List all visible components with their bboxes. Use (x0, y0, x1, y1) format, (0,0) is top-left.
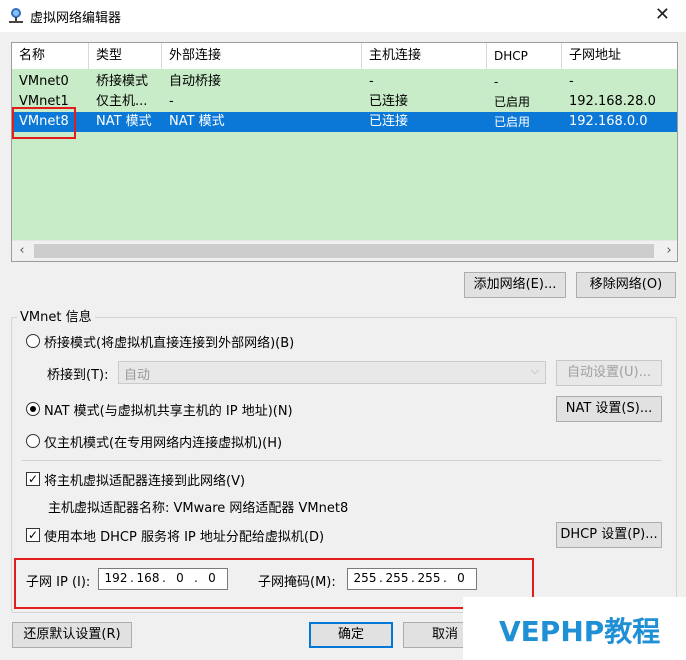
row-host: - (369, 74, 374, 89)
adapter-name-text: 主机虚拟适配器名称: VMware 网络适配器 VMnet8 (48, 501, 349, 516)
list-body: VMnet0 桥接模式 自动桥接 - - - VMnet1 仅主机... - 已… (12, 69, 677, 261)
row-subnet: 192.168.28.0 (569, 94, 656, 109)
bridged-radio[interactable] (26, 334, 40, 348)
bridged-to-select[interactable]: 自动 ⌵ (118, 361, 546, 384)
column-header-subnet[interactable]: 子网地址 (562, 43, 677, 69)
table-row[interactable]: VMnet1 仅主机... - 已连接 已启用 192.168.28.0 (12, 92, 677, 112)
column-header-type[interactable]: 类型 (89, 43, 162, 69)
use-dhcp-label[interactable]: 使用本地 DHCP 服务将 IP 地址分配给虚拟机(D) (44, 526, 324, 545)
watermark-text: VEPHP教程 (499, 615, 661, 648)
watermark: VEPHP教程 (463, 597, 686, 660)
table-row[interactable]: VMnet0 桥接模式 自动桥接 - - - (12, 72, 677, 92)
network-list[interactable]: 名称 类型 外部连接 主机连接 DHCP 子网地址 VMnet0 桥接模式 自动… (11, 42, 678, 262)
ok-button[interactable]: 确定 (309, 622, 393, 648)
auto-settings-button[interactable]: 自动设置(U)... (556, 360, 662, 386)
row-name: VMnet0 (19, 74, 69, 89)
close-icon[interactable]: ✕ (655, 4, 670, 25)
column-header-host[interactable]: 主机连接 (362, 43, 487, 69)
highlight-box-subnet (14, 558, 534, 609)
row-external: NAT 模式 (169, 114, 225, 129)
column-header-dhcp[interactable]: DHCP (487, 43, 562, 69)
row-dhcp: 已启用 (494, 115, 531, 129)
row-type: 仅主机... (96, 94, 148, 109)
row-external: 自动桥接 (169, 74, 222, 89)
use-dhcp-checkbox[interactable]: ✓ (26, 528, 40, 542)
nat-radio-label[interactable]: NAT 模式(与虚拟机共享主机的 IP 地址)(N) (44, 400, 293, 419)
column-header-name[interactable]: 名称 (12, 43, 89, 69)
row-type: NAT 模式 (96, 114, 152, 129)
hostonly-radio[interactable] (26, 434, 40, 448)
connect-adapter-checkbox[interactable]: ✓ (26, 472, 40, 486)
bridged-to-label: 桥接到(T): (47, 368, 109, 383)
row-subnet: - (569, 74, 574, 89)
bridged-radio-label[interactable]: 桥接模式(将虚拟机直接连接到外部网络)(B) (44, 332, 294, 351)
table-row-selected[interactable]: VMnet8 NAT 模式 NAT 模式 已连接 已启用 192.168.0.0 (12, 112, 677, 132)
list-header: 名称 类型 外部连接 主机连接 DHCP 子网地址 (12, 43, 677, 69)
row-host: 已连接 (369, 94, 409, 109)
scroll-left-icon[interactable]: ‹ (12, 241, 32, 261)
separator (22, 460, 662, 461)
row-host: 已连接 (369, 114, 409, 129)
remove-network-button[interactable]: 移除网络(O) (576, 272, 676, 298)
add-network-button[interactable]: 添加网络(E)... (464, 272, 566, 298)
restore-defaults-button[interactable]: 还原默认设置(R) (12, 622, 132, 648)
dhcp-settings-button[interactable]: DHCP 设置(P)... (556, 522, 662, 548)
column-header-external[interactable]: 外部连接 (162, 43, 362, 69)
title-bar: 虚拟网络编辑器 ✕ (0, 0, 686, 32)
nat-radio[interactable] (26, 402, 40, 416)
horizontal-scrollbar[interactable]: ‹ › (12, 240, 677, 261)
hostonly-radio-label[interactable]: 仅主机模式(在专用网络内连接虚拟机)(H) (44, 432, 282, 451)
scroll-right-icon[interactable]: › (659, 241, 677, 261)
connect-adapter-label[interactable]: 将主机虚拟适配器连接到此网络(V) (44, 470, 245, 489)
row-external: - (169, 94, 174, 109)
chevron-down-icon: ⌵ (530, 364, 539, 377)
window-title: 虚拟网络编辑器 (30, 11, 122, 26)
row-dhcp: 已启用 (494, 95, 531, 109)
nat-settings-button[interactable]: NAT 设置(S)... (556, 396, 662, 422)
scrollbar-thumb[interactable] (34, 244, 654, 258)
bridged-to-value: 自动 (124, 368, 151, 383)
row-subnet: 192.168.0.0 (569, 114, 648, 129)
row-dhcp: - (494, 75, 499, 89)
vmnet-info-label: VMnet 信息 (17, 306, 95, 325)
network-editor-icon (9, 8, 23, 23)
highlight-box-vmnet8 (12, 107, 76, 139)
row-type: 桥接模式 (96, 74, 149, 89)
